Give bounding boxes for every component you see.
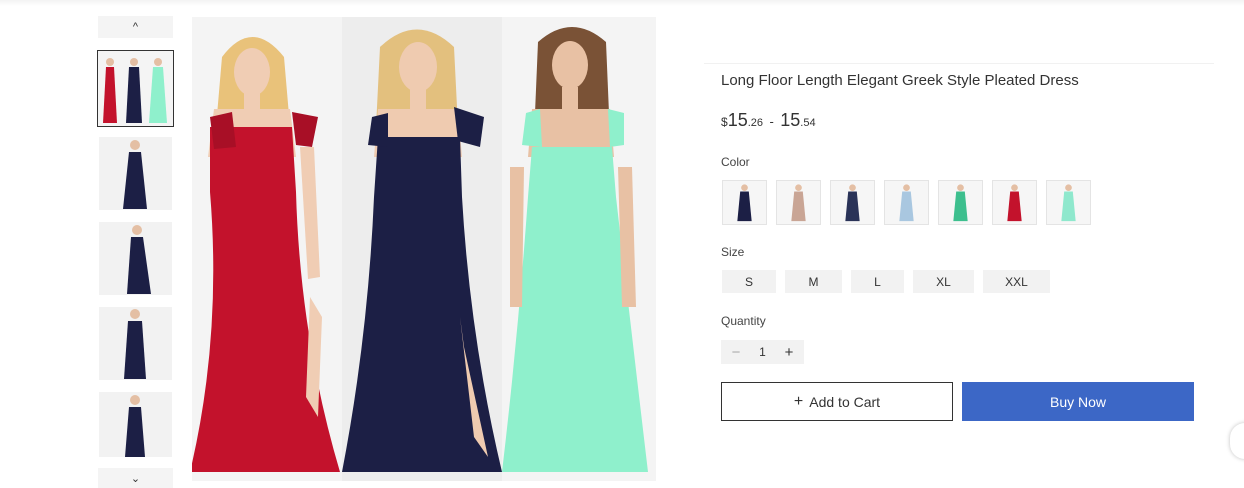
quantity-value[interactable]: 1 bbox=[751, 345, 774, 359]
price-high-cents: .54 bbox=[800, 117, 816, 129]
swatch-image bbox=[723, 181, 766, 224]
color-swatch-navy[interactable] bbox=[722, 180, 767, 225]
price-low-cents: .26 bbox=[747, 117, 764, 129]
price-separator: - bbox=[769, 114, 774, 129]
buy-now-button[interactable]: Buy Now bbox=[962, 382, 1194, 421]
header-divider bbox=[0, 0, 1244, 6]
price-low-main: 15 bbox=[727, 110, 748, 130]
swatch-image bbox=[831, 181, 874, 224]
thumbnail-3[interactable] bbox=[99, 222, 172, 295]
thumbnail-image bbox=[99, 392, 172, 457]
swatch-image bbox=[993, 181, 1036, 224]
floating-chat-button[interactable] bbox=[1230, 423, 1244, 459]
chevron-up-icon: ^ bbox=[132, 21, 139, 33]
plus-icon: + bbox=[793, 392, 804, 410]
thumbnail-scroll-down-button[interactable]: ⌄ bbox=[98, 468, 173, 488]
color-swatch-mint[interactable] bbox=[1046, 180, 1091, 225]
chevron-down-icon: ⌄ bbox=[130, 472, 141, 485]
thumbnail-image bbox=[99, 307, 172, 380]
product-photo bbox=[192, 17, 656, 481]
thumbnail-4[interactable] bbox=[99, 307, 172, 380]
size-option-m[interactable]: M bbox=[785, 270, 842, 293]
color-swatch-rainbow[interactable] bbox=[938, 180, 983, 225]
quantity-increase-button[interactable]: + bbox=[774, 344, 804, 361]
info-divider bbox=[704, 63, 1214, 64]
color-swatch-red[interactable] bbox=[992, 180, 1037, 225]
size-option-list: S M L XL XXL bbox=[722, 270, 1050, 293]
color-swatch-light-blue[interactable] bbox=[884, 180, 929, 225]
quantity-label: Quantity bbox=[721, 314, 766, 328]
product-title: Long Floor Length Elegant Greek Style Pl… bbox=[721, 72, 1079, 89]
price-currency: $ bbox=[721, 115, 728, 129]
size-option-xl[interactable]: XL bbox=[913, 270, 974, 293]
color-swatch-blush[interactable] bbox=[776, 180, 821, 225]
swatch-image bbox=[777, 181, 820, 224]
color-swatch-floral-navy[interactable] bbox=[830, 180, 875, 225]
thumbnail-5[interactable] bbox=[99, 392, 172, 457]
thumbnail-scroll-up-button[interactable]: ^ bbox=[98, 16, 173, 38]
swatch-image bbox=[1047, 181, 1090, 224]
size-option-s[interactable]: S bbox=[722, 270, 776, 293]
size-label: Size bbox=[721, 245, 745, 259]
add-to-cart-label: Add to Cart bbox=[809, 393, 881, 410]
size-option-xxl[interactable]: XXL bbox=[983, 270, 1050, 293]
swatch-image bbox=[939, 181, 982, 224]
thumbnail-image bbox=[98, 51, 173, 126]
thumbnail-image bbox=[99, 222, 172, 295]
color-label: Color bbox=[721, 155, 750, 169]
product-price: $15.26 - 15.54 bbox=[721, 110, 816, 131]
buy-now-label: Buy Now bbox=[1049, 393, 1107, 410]
swatch-image bbox=[885, 181, 928, 224]
price-high-main: 15 bbox=[780, 110, 801, 130]
thumbnail-2[interactable] bbox=[99, 137, 172, 210]
quantity-stepper: − 1 + bbox=[721, 340, 804, 364]
thumbnail-image bbox=[99, 137, 172, 210]
color-swatch-list bbox=[722, 180, 1091, 225]
add-to-cart-button[interactable]: + Add to Cart bbox=[721, 382, 953, 421]
size-option-l[interactable]: L bbox=[851, 270, 904, 293]
main-product-image[interactable] bbox=[192, 17, 656, 481]
thumbnail-1[interactable] bbox=[97, 50, 174, 127]
quantity-decrease-button[interactable]: − bbox=[721, 344, 751, 361]
